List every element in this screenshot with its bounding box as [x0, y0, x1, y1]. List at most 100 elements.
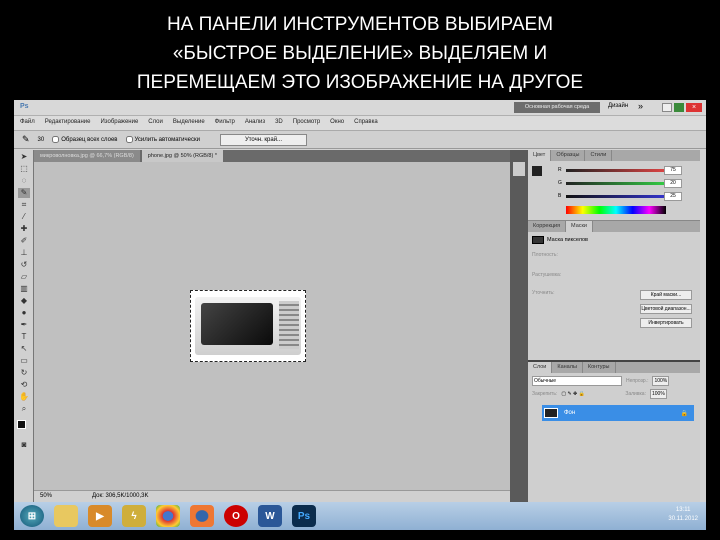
- lasso-tool-icon[interactable]: ◌: [18, 176, 30, 186]
- color-spectrum[interactable]: [566, 206, 666, 214]
- menu-window[interactable]: Окно: [330, 119, 344, 127]
- r-label: R: [558, 167, 562, 173]
- gradient-tool-icon[interactable]: ▥: [18, 284, 30, 294]
- tab-swatches[interactable]: Образцы: [551, 150, 586, 161]
- media-player-icon[interactable]: ▶: [88, 505, 112, 527]
- maximize-button[interactable]: [674, 103, 684, 112]
- lock-icons[interactable]: ▢ ✎ ✥ 🔒: [561, 391, 621, 397]
- quick-selection-tool-icon[interactable]: ✎: [18, 188, 30, 198]
- dodge-tool-icon[interactable]: ●: [18, 308, 30, 318]
- workspace-button[interactable]: Основная рабочая среда: [514, 102, 600, 113]
- refine-edge-button[interactable]: Уточн. край...: [219, 133, 308, 146]
- healing-tool-icon[interactable]: ✚: [18, 224, 30, 234]
- explorer-icon[interactable]: [54, 505, 78, 527]
- quick-mask-icon[interactable]: ◙: [18, 440, 30, 450]
- tab-phone[interactable]: phone.jpg @ 50% (RGB/8) *: [141, 150, 223, 162]
- red-slider[interactable]: [566, 169, 666, 172]
- close-button[interactable]: ×: [686, 103, 702, 112]
- winamp-icon[interactable]: ϟ: [122, 505, 146, 527]
- tab-channels[interactable]: Каналы: [552, 362, 583, 373]
- color-range-button[interactable]: Цветовой диапазон...: [640, 304, 692, 314]
- status-bar: 50% Док: 306,5K/1000,3K: [34, 490, 510, 502]
- blur-tool-icon[interactable]: ◆: [18, 296, 30, 306]
- history-panel-icon[interactable]: [513, 162, 525, 176]
- menu-3d[interactable]: 3D: [275, 119, 283, 127]
- brush-size[interactable]: 30: [38, 137, 45, 143]
- menu-edit[interactable]: Редактирование: [45, 119, 91, 127]
- zoom-level[interactable]: 50%: [40, 493, 52, 500]
- opera-icon[interactable]: O: [224, 505, 248, 527]
- 3d-camera-icon[interactable]: ⟲: [18, 380, 30, 390]
- chrome-icon[interactable]: [156, 505, 180, 527]
- invert-button[interactable]: Инвертировать: [640, 318, 692, 328]
- tab-masks[interactable]: Маски: [566, 221, 593, 232]
- blue-value[interactable]: 25: [664, 192, 682, 201]
- red-value[interactable]: 75: [664, 166, 682, 175]
- word-icon[interactable]: W: [258, 505, 282, 527]
- menu-view[interactable]: Просмотр: [293, 119, 320, 127]
- shape-tool-icon[interactable]: ▭: [18, 356, 30, 366]
- blend-mode-select[interactable]: Обычные: [532, 376, 622, 386]
- sample-all-checkbox[interactable]: Образец всех слоев: [52, 136, 118, 143]
- menu-layers[interactable]: Слои: [148, 119, 163, 127]
- menu-help[interactable]: Справка: [354, 119, 378, 127]
- crop-tool-icon[interactable]: ⌗: [18, 200, 30, 210]
- tab-adjustments[interactable]: Коррекция: [528, 221, 567, 232]
- system-clock[interactable]: 13:11 30.11.2012: [668, 506, 698, 524]
- color-foreground[interactable]: [532, 166, 542, 176]
- menu-file[interactable]: Файл: [20, 119, 35, 127]
- eraser-tool-icon[interactable]: ▱: [18, 272, 30, 282]
- menu-filter[interactable]: Фильтр: [215, 119, 235, 127]
- marquee-tool-icon[interactable]: ⬚: [18, 164, 30, 174]
- more-workspaces[interactable]: »: [638, 101, 643, 111]
- path-select-icon[interactable]: ↖: [18, 344, 30, 354]
- foreground-color[interactable]: [17, 420, 26, 429]
- quick-selection-icon[interactable]: ✎: [22, 134, 30, 145]
- feather-label: Растушевка:: [532, 272, 562, 278]
- move-tool-icon[interactable]: ➤: [18, 152, 30, 162]
- fill-input[interactable]: 100%: [649, 389, 667, 399]
- auto-enhance-checkbox[interactable]: Усилить автоматически: [125, 136, 200, 143]
- start-button-icon[interactable]: ⊞: [20, 505, 44, 527]
- zoom-tool-icon[interactable]: ⌕: [18, 404, 30, 414]
- history-brush-icon[interactable]: ↺: [18, 260, 30, 270]
- tab-styles[interactable]: Стили: [585, 150, 613, 161]
- firefox-icon[interactable]: [190, 505, 214, 527]
- minimize-button[interactable]: [662, 103, 672, 112]
- microwave-image[interactable]: [190, 290, 306, 362]
- opacity-input[interactable]: 100%: [652, 376, 670, 386]
- pixel-mask-icon[interactable]: [532, 236, 544, 244]
- design-workspace[interactable]: Дизайн: [608, 103, 628, 109]
- title-line: «БЫСТРОЕ ВЫДЕЛЕНИЕ» ВЫДЕЛЯЕМ И: [172, 43, 548, 64]
- type-tool-icon[interactable]: T: [18, 332, 30, 342]
- blue-slider[interactable]: [566, 195, 666, 198]
- tab-color[interactable]: Цвет: [528, 150, 552, 161]
- tab-paths[interactable]: Контуры: [583, 362, 616, 373]
- tab-microwave[interactable]: микроволновка.jpg @ 66,7% (RGB/8): [34, 150, 140, 162]
- stamp-tool-icon[interactable]: ⊥: [18, 248, 30, 258]
- green-value[interactable]: 20: [664, 179, 682, 188]
- document-canvas[interactable]: [34, 162, 510, 490]
- sample-all-label: Образец всех слоев: [61, 136, 118, 143]
- eyedropper-tool-icon[interactable]: ⁄: [18, 212, 30, 222]
- brush-tool-icon[interactable]: ✐: [18, 236, 30, 246]
- tab-layers[interactable]: Слои: [528, 362, 553, 373]
- slide-title: НА ПАНЕЛИ ИНСТРУМЕНТОВ ВЫБИРАЕМ «БЫСТРОЕ…: [0, 10, 720, 97]
- 3d-rotate-icon[interactable]: ↻: [18, 368, 30, 378]
- mask-edge-button[interactable]: Край маски...: [640, 290, 692, 300]
- opacity-label: Непрозр.:: [626, 378, 649, 384]
- pen-tool-icon[interactable]: ✒: [18, 320, 30, 330]
- green-slider[interactable]: [566, 182, 666, 185]
- photoshop-icon[interactable]: Ps: [292, 505, 316, 527]
- menu-image[interactable]: Изображение: [100, 119, 138, 127]
- photoshop-window: Ps Основная рабочая среда Дизайн » × Фай…: [14, 100, 706, 502]
- menu-select[interactable]: Выделение: [173, 119, 205, 127]
- hand-tool-icon[interactable]: ✋: [18, 392, 30, 402]
- clock-date: 30.11.2012: [668, 516, 698, 522]
- menu-analysis[interactable]: Анализ: [245, 119, 265, 127]
- options-bar: ✎ 30 Образец всех слоев Усилить автомати…: [14, 130, 706, 149]
- color-swatches[interactable]: [14, 418, 33, 438]
- title-line: ПЕРЕМЕЩАЕМ ЭТО ИЗОБРАЖЕНИЕ НА ДРУГОЕ: [136, 72, 584, 93]
- layer-row[interactable]: Фон 🔒: [542, 405, 694, 421]
- fill-label: Заливка:: [625, 391, 646, 397]
